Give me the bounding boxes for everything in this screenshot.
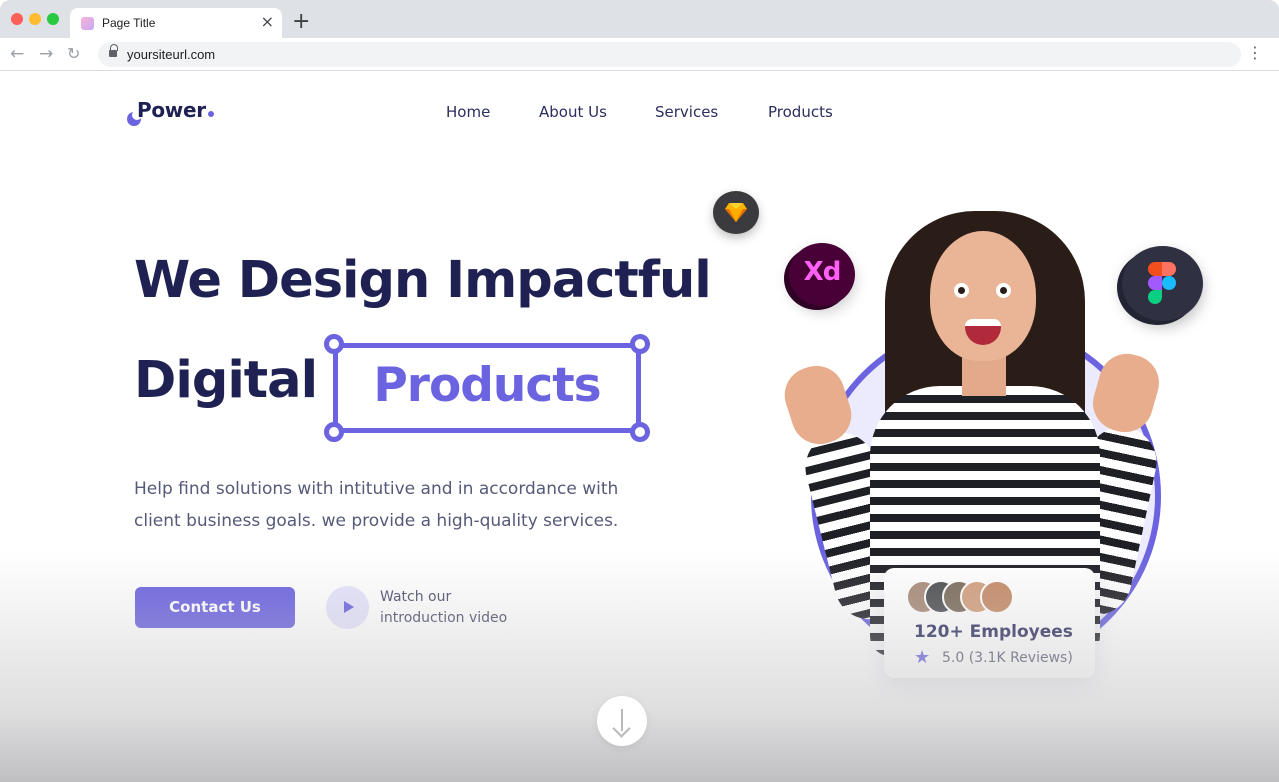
rating-text: 5.0 (3.1K Reviews) bbox=[942, 650, 1073, 666]
back-icon[interactable]: ← bbox=[10, 44, 24, 64]
eye bbox=[954, 283, 969, 298]
contact-us-button[interactable]: Contact Us bbox=[135, 587, 295, 628]
close-window-button[interactable] bbox=[11, 13, 23, 25]
hero-highlight-word: Products bbox=[373, 358, 601, 413]
browser-toolbar: ← → ↻ yoursiteurl.com ⋮ bbox=[0, 38, 1279, 71]
minimize-window-button[interactable] bbox=[29, 13, 41, 25]
play-icon[interactable] bbox=[326, 586, 369, 629]
avatar bbox=[980, 580, 1014, 614]
nav-home[interactable]: Home bbox=[446, 103, 490, 121]
hero-image-face bbox=[930, 231, 1036, 361]
browser-menu-icon[interactable]: ⋮ bbox=[1247, 43, 1263, 63]
browser-chrome: Page Title × + ← → ↻ yoursiteurl.com ⋮ bbox=[0, 0, 1279, 71]
maximize-window-button[interactable] bbox=[47, 13, 59, 25]
star-icon: ★ bbox=[914, 647, 931, 668]
highlight-selection-box: Products bbox=[324, 334, 650, 442]
reload-icon[interactable]: ↻ bbox=[67, 44, 80, 64]
tab-title: Page Title bbox=[102, 16, 156, 30]
figma-icon bbox=[1122, 246, 1203, 321]
browser-tab[interactable]: Page Title × bbox=[70, 8, 282, 38]
selection-handle bbox=[324, 334, 344, 354]
adobe-xd-icon: Xd bbox=[789, 243, 855, 306]
selection-handle bbox=[630, 422, 650, 442]
employees-count: 120+ Employees bbox=[914, 622, 1073, 642]
logo-text: Power bbox=[137, 98, 206, 122]
sketch-icon bbox=[713, 191, 759, 234]
hero-heading-line1: We Design Impactful bbox=[134, 251, 712, 310]
scroll-down-arrow-icon[interactable] bbox=[597, 696, 647, 746]
hero-subtext: Help find solutions with intitutive and … bbox=[134, 479, 619, 531]
tab-close-icon[interactable]: × bbox=[261, 13, 274, 31]
nav-services[interactable]: Services bbox=[655, 103, 718, 121]
new-tab-button[interactable]: + bbox=[292, 10, 310, 34]
nav-about-us[interactable]: About Us bbox=[539, 103, 607, 121]
employees-card: 120+ Employees ★ 5.0 (3.1K Reviews) bbox=[884, 568, 1095, 678]
mouth bbox=[965, 319, 1001, 345]
eye bbox=[996, 283, 1011, 298]
selection-handle bbox=[324, 422, 344, 442]
xd-label: Xd bbox=[803, 257, 842, 287]
hero-heading-line2: Digital bbox=[134, 351, 318, 410]
url-text[interactable]: yoursiteurl.com bbox=[127, 47, 215, 62]
web-page: Power Home About Us Services Products We… bbox=[0, 71, 1279, 782]
logo-dot-icon bbox=[207, 111, 214, 117]
forward-icon[interactable]: → bbox=[39, 44, 53, 64]
favicon-icon bbox=[81, 17, 94, 30]
nav-products[interactable]: Products bbox=[768, 103, 833, 121]
watch-video-link[interactable]: Watch our introduction video bbox=[380, 587, 530, 629]
address-bar[interactable]: yoursiteurl.com bbox=[98, 42, 1241, 67]
selection-handle bbox=[630, 334, 650, 354]
lock-icon bbox=[109, 44, 118, 57]
